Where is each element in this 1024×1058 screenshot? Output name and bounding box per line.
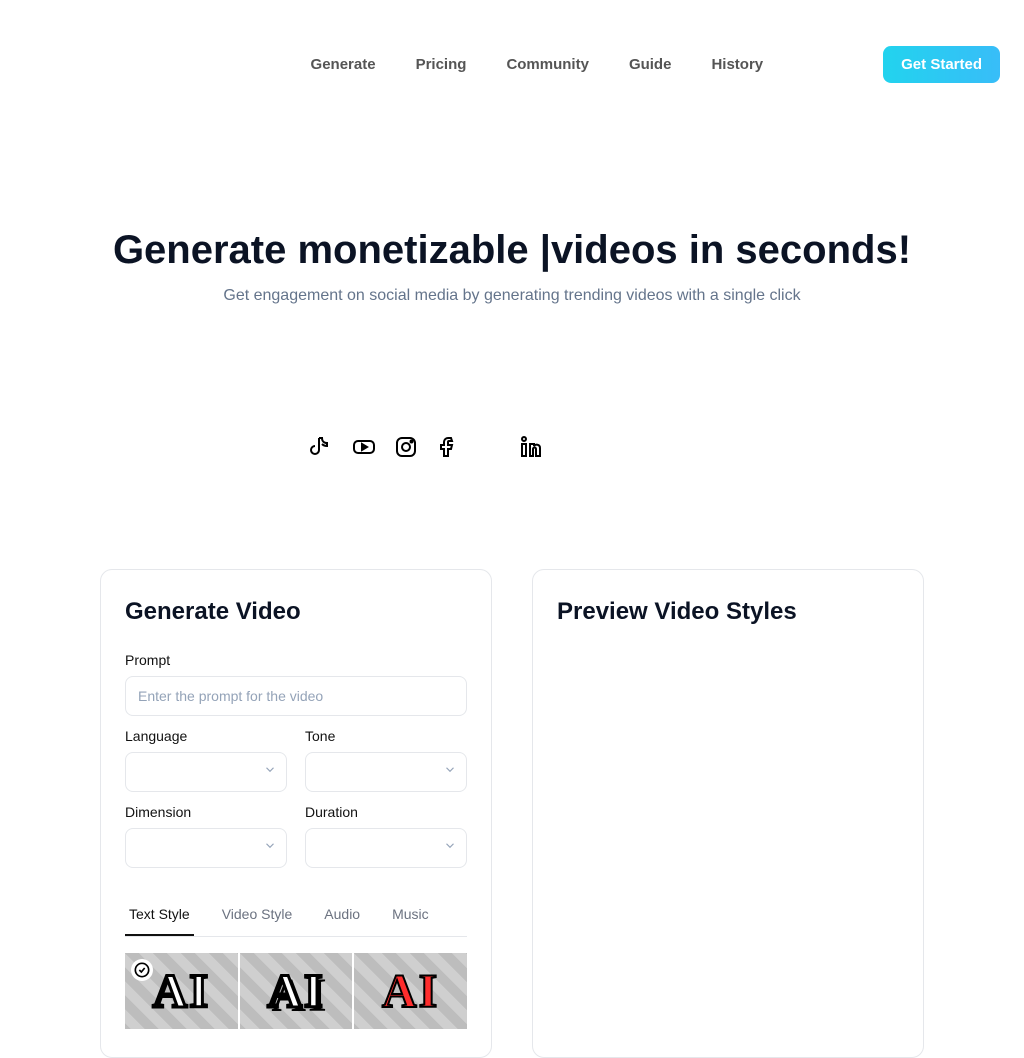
style-sample-text: AI	[267, 964, 324, 1019]
tab-audio[interactable]: Audio	[320, 896, 364, 936]
hero-title: Generate monetizable |videos in seconds!	[0, 228, 1024, 273]
text-style-option-2[interactable]: AI	[240, 953, 353, 1029]
tab-music[interactable]: Music	[388, 896, 433, 936]
main-nav: Generate Pricing Community Guide History	[311, 56, 764, 73]
text-style-thumbnails: AI AI AI	[125, 953, 467, 1029]
linkedin-icon[interactable]	[520, 435, 544, 459]
tone-select[interactable]	[305, 752, 467, 792]
hero-subtitle: Get engagement on social media by genera…	[0, 287, 1024, 305]
nav-guide[interactable]: Guide	[629, 56, 672, 73]
dimension-select[interactable]	[125, 828, 287, 868]
nav-history[interactable]: History	[711, 56, 763, 73]
style-sample-text: AI	[382, 964, 439, 1019]
dimension-label: Dimension	[125, 804, 287, 820]
tone-label: Tone	[305, 728, 467, 744]
nav-generate[interactable]: Generate	[311, 56, 376, 73]
generate-title: Generate Video	[125, 598, 467, 626]
preview-card: Preview Video Styles	[532, 569, 924, 1058]
prompt-label: Prompt	[125, 652, 467, 668]
nav-community[interactable]: Community	[506, 56, 589, 73]
selected-check-icon	[131, 959, 153, 981]
language-select[interactable]	[125, 752, 287, 792]
hero-title-prefix: Generate monetizable	[113, 228, 540, 272]
style-tabs: Text Style Video Style Audio Music	[125, 896, 467, 937]
facebook-icon[interactable]	[436, 435, 460, 459]
nav-pricing[interactable]: Pricing	[416, 56, 467, 73]
social-spacer	[478, 435, 502, 459]
hero-section: Generate monetizable |videos in seconds!…	[0, 128, 1024, 345]
preview-title: Preview Video Styles	[557, 598, 899, 626]
style-sample-text: AI	[153, 964, 210, 1019]
main-panels: Generate Video Prompt Language Tone	[0, 569, 1024, 1058]
generate-card: Generate Video Prompt Language Tone	[100, 569, 492, 1058]
tab-text-style[interactable]: Text Style	[125, 896, 194, 936]
social-icons	[0, 435, 1024, 459]
duration-label: Duration	[305, 804, 467, 820]
language-label: Language	[125, 728, 287, 744]
instagram-icon[interactable]	[394, 435, 418, 459]
site-header: Generate Pricing Community Guide History…	[0, 0, 1024, 128]
get-started-button[interactable]: Get Started	[883, 46, 1000, 83]
youtube-icon[interactable]	[352, 435, 376, 459]
text-style-option-1[interactable]: AI	[125, 953, 238, 1029]
duration-select[interactable]	[305, 828, 467, 868]
tab-video-style[interactable]: Video Style	[218, 896, 297, 936]
prompt-input[interactable]	[125, 676, 467, 716]
text-style-option-3[interactable]: AI	[354, 953, 467, 1029]
typing-cursor-icon: |	[540, 228, 551, 273]
hero-title-suffix: videos in seconds!	[551, 228, 911, 272]
tiktok-icon[interactable]	[310, 435, 334, 459]
